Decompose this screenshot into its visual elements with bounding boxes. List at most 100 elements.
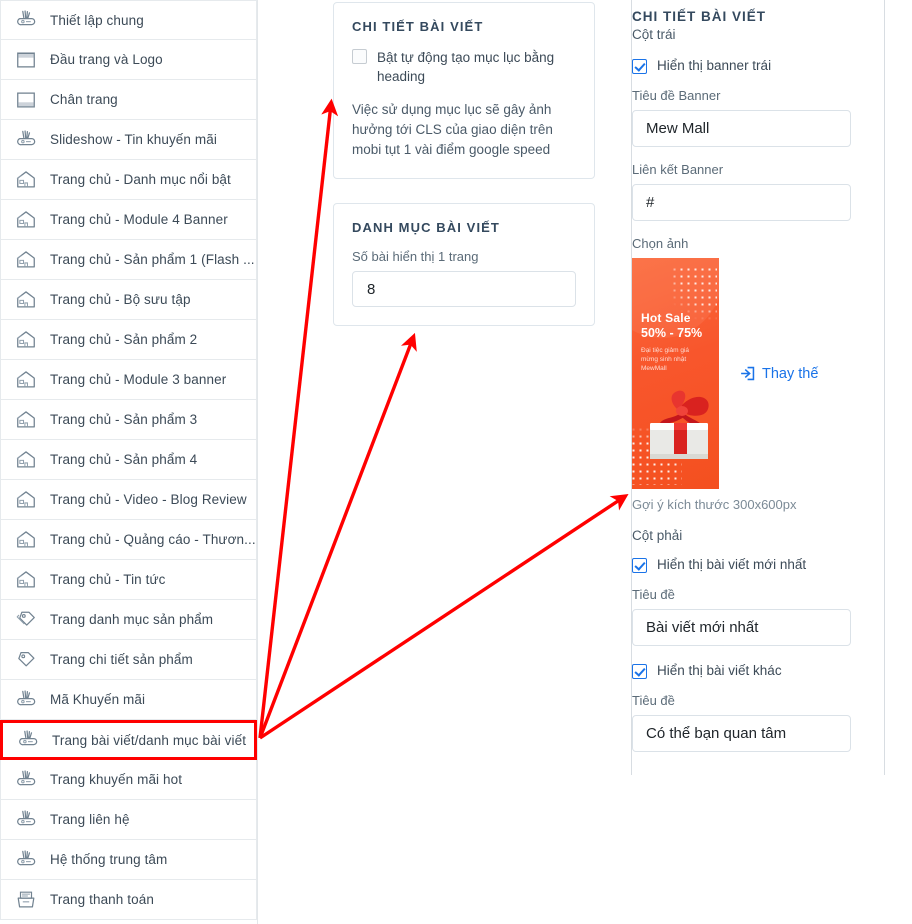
latest-posts-title-label: Tiêu đề bbox=[632, 587, 675, 602]
sidebar-item-label: Trang chủ - Danh mục nổi bật bbox=[50, 172, 231, 187]
sidebar-item-13[interactable]: Trang chủ - Quảng cáo - Thươn... bbox=[0, 520, 257, 560]
auto-toc-checkbox[interactable] bbox=[352, 49, 367, 64]
sidebar-item-19[interactable]: Trang khuyến mãi hot bbox=[0, 760, 257, 800]
banner-title-group: Tiêu đề Banner Mew Mall bbox=[632, 88, 884, 147]
banner-headline: Hot Sale bbox=[641, 311, 691, 325]
tag-single-icon bbox=[15, 649, 37, 671]
footer-box-icon bbox=[15, 89, 37, 111]
show-latest-posts-checkbox[interactable] bbox=[632, 557, 647, 573]
home-page-icon bbox=[15, 529, 37, 551]
sidebar-item-17[interactable]: Mã Khuyến mãi bbox=[0, 680, 257, 720]
settings-knife-icon bbox=[17, 729, 39, 751]
show-left-banner-checkbox[interactable] bbox=[632, 58, 647, 74]
show-other-posts-label: Hiển thị bài viết khác bbox=[657, 663, 782, 678]
right-panel-right-edge bbox=[884, 0, 885, 775]
sidebar-item-0[interactable]: Thiết lập chung bbox=[0, 0, 257, 40]
header-box-icon bbox=[15, 49, 37, 71]
banner-link-group: Liên kết Banner # bbox=[632, 162, 884, 221]
show-other-posts-checkbox[interactable] bbox=[632, 663, 647, 679]
home-page-icon bbox=[15, 209, 37, 231]
sidebar-item-label: Trang chủ - Module 3 banner bbox=[50, 372, 227, 387]
sidebar-item-label: Trang chủ - Video - Blog Review bbox=[50, 492, 247, 507]
sidebar-item-label: Trang chủ - Sản phẩm 3 bbox=[50, 412, 198, 427]
sidebar-item-7[interactable]: Trang chủ - Bộ sưu tập bbox=[0, 280, 257, 320]
auto-toc-checkbox-label: Bật tự động tạo mục lục bằng heading bbox=[377, 50, 555, 84]
home-page-icon bbox=[15, 449, 37, 471]
settings-knife-icon bbox=[15, 9, 37, 31]
right-column-label: Cột phải bbox=[632, 528, 683, 543]
sidebar-item-label: Trang chủ - Module 4 Banner bbox=[50, 212, 228, 227]
latest-posts-title-input[interactable]: Bài viết mới nhất bbox=[632, 609, 851, 646]
sidebar-item-22[interactable]: Trang thanh toán bbox=[0, 880, 257, 920]
sidebar-item-label: Mã Khuyến mãi bbox=[50, 692, 146, 707]
sidebar-item-4[interactable]: Trang chủ - Danh mục nổi bật bbox=[0, 160, 257, 200]
sidebar-item-label: Trang khuyến mãi hot bbox=[50, 772, 183, 787]
banner-image-preview[interactable]: Hot Sale 50% - 75% Đại tiệc giảm giá mừn… bbox=[632, 258, 719, 489]
arrow-to-post-category-card bbox=[258, 332, 417, 739]
sidebar-item-3[interactable]: Slideshow - Tin khuyến mãi bbox=[0, 120, 257, 160]
home-page-icon bbox=[15, 169, 37, 191]
sidebar-item-label: Trang liên hệ bbox=[50, 812, 130, 827]
post-detail-card: CHI TIẾT BÀI VIẾT Bật tự động tạo mục lụ… bbox=[333, 2, 595, 179]
posts-per-page-label: Số bài hiển thị 1 trang bbox=[352, 249, 479, 264]
show-latest-posts-label: Hiển thị bài viết mới nhất bbox=[657, 557, 807, 572]
sidebar-item-20[interactable]: Trang liên hệ bbox=[0, 800, 257, 840]
sidebar-item-18[interactable]: Trang bài viết/danh mục bài viết bbox=[0, 720, 257, 760]
right-panel-title: CHI TIẾT BÀI VIẾT bbox=[632, 9, 767, 24]
sidebar-item-label: Trang danh mục sản phẩm bbox=[50, 612, 214, 627]
left-column-label: Cột trái bbox=[632, 27, 676, 42]
sidebar-item-11[interactable]: Trang chủ - Sản phẩm 4 bbox=[0, 440, 257, 480]
sidebar-item-2[interactable]: Chân trang bbox=[0, 80, 257, 120]
post-category-card-title: DANH MỤC BÀI VIẾT bbox=[352, 220, 500, 235]
sidebar-item-21[interactable]: Hệ thống trung tâm bbox=[0, 840, 257, 880]
post-detail-note: Việc sử dụng mục lục sẽ gây ảnh hưởng tớ… bbox=[352, 102, 553, 157]
sidebar-item-label: Trang chủ - Sản phẩm 4 bbox=[50, 452, 198, 467]
arrow-to-right-panel bbox=[259, 493, 629, 740]
sidebar-item-label: Trang chủ - Tin tức bbox=[50, 572, 166, 587]
home-page-icon bbox=[15, 289, 37, 311]
sidebar-item-15[interactable]: Trang danh mục sản phẩm bbox=[0, 600, 257, 640]
sidebar-item-1[interactable]: Đầu trang và Logo bbox=[0, 40, 257, 80]
posts-per-page-input[interactable]: 8 bbox=[352, 271, 576, 307]
auto-toc-checkbox-row[interactable]: Bật tự động tạo mục lục bằng heading bbox=[352, 48, 576, 86]
sidebar-item-label: Trang chủ - Sản phẩm 2 bbox=[50, 332, 198, 347]
home-page-icon bbox=[15, 369, 37, 391]
sidebar-item-label: Thiết lập chung bbox=[50, 12, 144, 28]
show-other-posts-row[interactable]: Hiển thị bài viết khác bbox=[632, 661, 884, 680]
sidebar-item-14[interactable]: Trang chủ - Tin tức bbox=[0, 560, 257, 600]
settings-knife-icon bbox=[15, 129, 37, 151]
sidebar-item-label: Hệ thống trung tâm bbox=[50, 852, 168, 867]
replace-image-button[interactable]: Thay thế bbox=[739, 365, 818, 382]
right-settings-panel: CHI TIẾT BÀI VIẾT Cột trái Hiển thị bann… bbox=[632, 0, 884, 767]
settings-knife-icon bbox=[15, 689, 37, 711]
banner-title-label: Tiêu đề Banner bbox=[632, 88, 721, 103]
show-latest-posts-row[interactable]: Hiển thị bài viết mới nhất bbox=[632, 555, 884, 574]
sidebar-item-12[interactable]: Trang chủ - Video - Blog Review bbox=[0, 480, 257, 520]
sidebar-item-10[interactable]: Trang chủ - Sản phẩm 3 bbox=[0, 400, 257, 440]
show-left-banner-row[interactable]: Hiển thị banner trái bbox=[632, 56, 884, 75]
banner-subheadline: 50% - 75% bbox=[641, 326, 703, 340]
other-posts-title-label: Tiêu đề bbox=[632, 693, 675, 708]
banner-preview-row: Hot Sale 50% - 75% Đại tiệc giảm giá mừn… bbox=[632, 258, 884, 489]
home-page-icon bbox=[15, 409, 37, 431]
banner-body-text: Đại tiệc giảm giá mừng sinh nhật MewMall bbox=[641, 347, 690, 372]
other-posts-title-group: Tiêu đề Có thể bạn quan tâm bbox=[632, 693, 884, 752]
home-page-icon bbox=[15, 569, 37, 591]
post-category-card: DANH MỤC BÀI VIẾT Số bài hiển thị 1 tran… bbox=[333, 203, 595, 326]
sidebar-item-label: Trang thanh toán bbox=[50, 892, 154, 907]
banner-title-input[interactable]: Mew Mall bbox=[632, 110, 851, 147]
theme-sections-sidebar: Thiết lập chung Đầu trang và Logo Chân tra… bbox=[0, 0, 258, 924]
banner-link-input[interactable]: # bbox=[632, 184, 851, 221]
sidebar-item-9[interactable]: Trang chủ - Module 3 banner bbox=[0, 360, 257, 400]
choose-image-label: Chọn ảnh bbox=[632, 236, 689, 251]
sidebar-item-label: Đầu trang và Logo bbox=[50, 52, 163, 67]
arrow-to-post-detail-card bbox=[258, 98, 339, 739]
sidebar-item-8[interactable]: Trang chủ - Sản phẩm 2 bbox=[0, 320, 257, 360]
image-size-hint: Gợi ý kích thước 300x600px bbox=[632, 497, 797, 512]
sidebar-item-16[interactable]: Trang chi tiết sản phẩm bbox=[0, 640, 257, 680]
sidebar-item-label: Slideshow - Tin khuyến mãi bbox=[50, 132, 217, 147]
sidebar-item-6[interactable]: Trang chủ - Sản phẩm 1 (Flash ... bbox=[0, 240, 257, 280]
sidebar-item-5[interactable]: Trang chủ - Module 4 Banner bbox=[0, 200, 257, 240]
sidebar-item-label: Trang chủ - Quảng cáo - Thươn... bbox=[50, 532, 256, 547]
other-posts-title-input[interactable]: Có thể bạn quan tâm bbox=[632, 715, 851, 752]
